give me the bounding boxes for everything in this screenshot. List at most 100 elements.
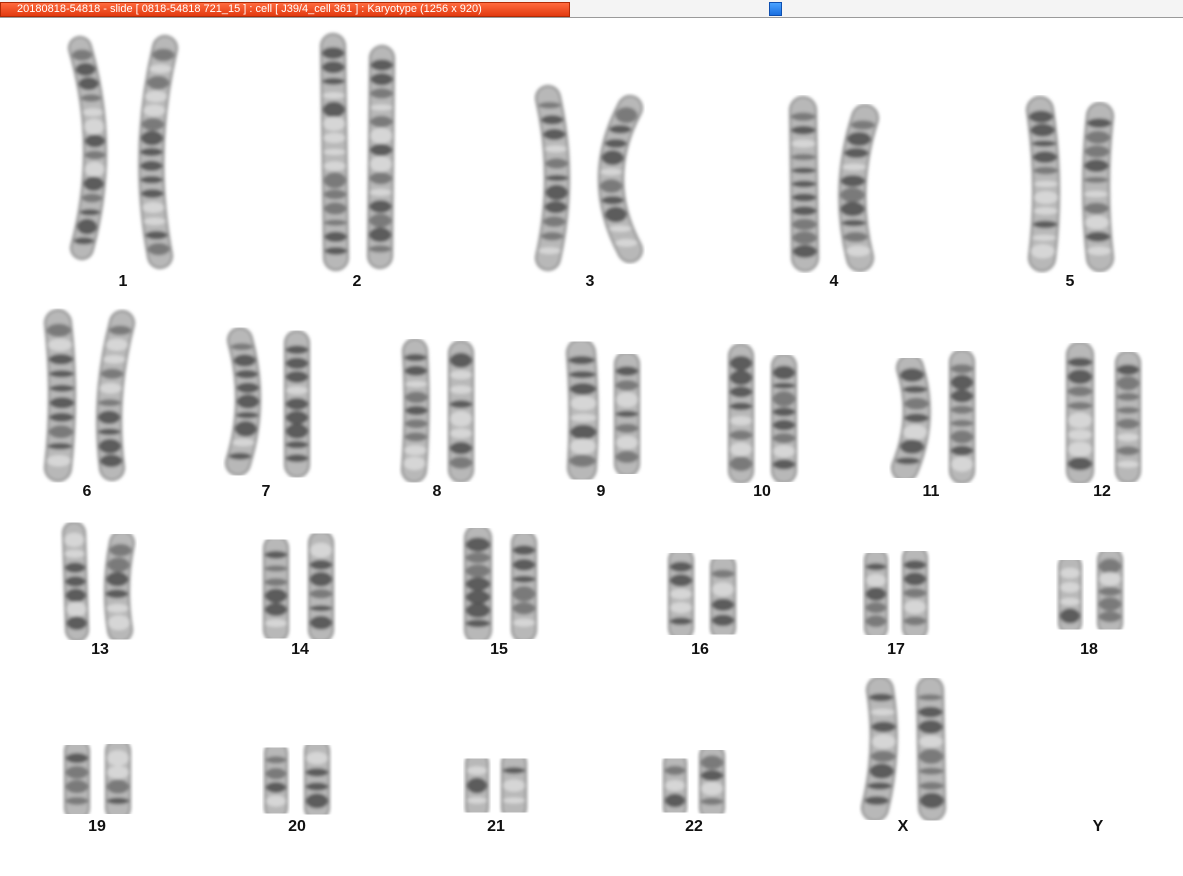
chromosome-homolog[interactable] [105, 738, 131, 821]
chromosome-pair-2[interactable]: 2 [320, 33, 395, 290]
chromosome-band [370, 88, 393, 99]
chromosome-homolog[interactable] [891, 354, 931, 482]
chromosome-homolog[interactable] [307, 530, 335, 643]
chromosome-homolog[interactable] [283, 330, 310, 478]
chromosome-homolog[interactable] [598, 95, 643, 263]
chromosome-homolog[interactable] [262, 535, 290, 643]
chromosome-band [46, 455, 71, 467]
chromosome-homolog[interactable] [264, 741, 288, 820]
chromosome-homolog[interactable] [401, 338, 430, 483]
chromosome-homolog[interactable] [838, 104, 879, 272]
chromosome-band [370, 127, 393, 144]
window-title[interactable]: 20180818-54818 - slide [ 0818-54818 721_… [0, 2, 570, 17]
chromosome-pair-3[interactable]: 3 [535, 85, 643, 290]
chromosome-pair-4[interactable]: 4 [789, 96, 879, 290]
chromosome-pair-15[interactable]: 15 [463, 524, 538, 659]
chromosome-band [670, 561, 692, 572]
chromosome-homolog[interactable] [138, 35, 178, 269]
chromosome-pair-12[interactable]: 12 [1065, 341, 1141, 500]
chromosome-homolog[interactable] [465, 751, 490, 820]
chromosome-pair-6[interactable]: 6 [44, 309, 135, 500]
chromosome-pair-5[interactable]: 5 [1026, 96, 1114, 290]
chromosome-homolog[interactable] [916, 676, 946, 822]
chromosome-band [322, 101, 345, 118]
chromosome-band [229, 452, 251, 460]
chromosome-pair-8[interactable]: 8 [401, 338, 475, 500]
chromosome-homolog[interactable] [1097, 547, 1123, 636]
chromosome-homolog[interactable] [863, 548, 889, 640]
chromosome-homolog[interactable] [1058, 554, 1082, 635]
chromosome-band [98, 438, 121, 454]
chromosome-band [918, 706, 943, 718]
chromosome-homolog[interactable] [62, 521, 89, 642]
chromosome-band [1034, 191, 1058, 204]
chromosome-pair-22[interactable]: 22 [663, 743, 725, 835]
chromosome-homolog[interactable] [44, 309, 76, 482]
chromosome-homolog[interactable] [320, 33, 349, 271]
chromosome-band [730, 430, 752, 440]
chromosome-homolog[interactable] [447, 340, 475, 483]
chromosome-homolog[interactable] [663, 751, 688, 820]
chromosome-pair-7[interactable]: 7 [225, 327, 310, 500]
chromosome-homolog[interactable] [96, 310, 135, 481]
chromosome-label: 19 [88, 818, 106, 835]
chromosome-pair-17[interactable]: 17 [863, 545, 929, 658]
chromosome-homolog[interactable] [510, 530, 538, 643]
chromosome-pair-16[interactable]: 16 [667, 547, 736, 658]
chromosome-pair-13[interactable]: 13 [62, 521, 135, 658]
chromosome-band [730, 456, 752, 472]
chromosome-homolog[interactable] [770, 353, 797, 484]
chromosome-pair-14[interactable]: 14 [262, 530, 335, 658]
chromosome-pair-18[interactable]: 18 [1058, 547, 1123, 658]
chromosome-homolog[interactable] [225, 327, 261, 476]
chromosome-band [140, 147, 163, 157]
chromosome-homolog[interactable] [861, 676, 898, 822]
chromosome-homolog[interactable] [948, 349, 975, 484]
chromosome-pair-11[interactable]: 11 [891, 349, 975, 500]
chromosome-pair-y[interactable]: Y [1093, 818, 1104, 835]
chromosome-band [604, 206, 627, 223]
chromosome-band [65, 576, 86, 587]
chromosome-homolog[interactable] [304, 738, 330, 821]
chromosome-homolog[interactable] [367, 45, 395, 269]
chromosome-homolog[interactable] [902, 545, 929, 641]
chromosome-homolog[interactable] [501, 750, 528, 821]
chromosome-band [864, 796, 889, 805]
chromosome-homolog[interactable] [1114, 350, 1141, 484]
chromosome-band [405, 381, 428, 388]
chromosome-homolog[interactable] [1026, 96, 1061, 272]
chromosome-band [543, 128, 566, 140]
chromosome-homolog[interactable] [68, 36, 108, 260]
chromosome-pair-x[interactable]: X [861, 676, 946, 835]
chromosome-homolog[interactable] [463, 524, 493, 644]
chromosome-homolog[interactable] [63, 738, 90, 821]
scroll-thumb[interactable] [769, 2, 782, 16]
chromosome-homolog[interactable] [727, 343, 755, 484]
chromosome-band [1117, 446, 1139, 456]
chromosome-pair-9[interactable]: 9 [566, 338, 641, 500]
chromosome-homolog[interactable] [566, 338, 599, 483]
chromosome-homolog[interactable] [1082, 102, 1114, 272]
chromosome-pair-20[interactable]: 20 [264, 738, 330, 835]
chromosome-band [730, 355, 752, 371]
chromosome-homolog[interactable] [667, 547, 694, 641]
chromosome-band [919, 748, 944, 765]
chromosome-homolog[interactable] [535, 85, 570, 271]
chromosome-homolog[interactable] [789, 96, 819, 272]
chromosome-homolog[interactable] [1065, 341, 1094, 485]
chromosome-band [265, 603, 287, 616]
chromosome-pair-10[interactable]: 10 [727, 343, 797, 500]
chromosome-homolog[interactable] [710, 553, 736, 641]
chromosome-pair-1[interactable]: 1 [68, 35, 178, 290]
chromosome-label: 2 [353, 273, 362, 290]
chromosome-pair-19[interactable]: 19 [63, 738, 131, 835]
chromosome-band [840, 175, 865, 187]
chromosome-band [141, 118, 164, 131]
chromosome-homolog[interactable] [613, 351, 641, 477]
chromosome-homolog[interactable] [699, 743, 725, 821]
chromosome-pair-21[interactable]: 21 [465, 750, 528, 835]
chromosome-band [369, 245, 392, 253]
chromosome-homolog[interactable] [103, 530, 135, 643]
chromosome-band [233, 354, 256, 367]
chromosome-band [1117, 418, 1139, 429]
